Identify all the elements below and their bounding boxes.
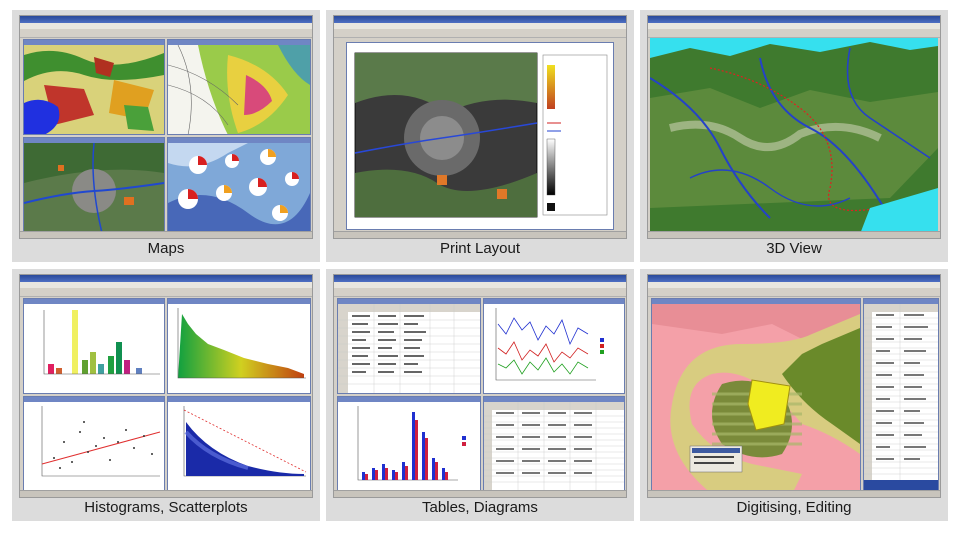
tile-caption: Tables, Diagrams bbox=[422, 499, 538, 516]
tile-print-layout[interactable]: Print Layout bbox=[326, 10, 634, 262]
layout-page bbox=[346, 42, 614, 230]
histogram-window-elevation bbox=[167, 298, 311, 394]
tile-maps[interactable]: Maps bbox=[12, 10, 320, 262]
tile-caption: Histograms, Scatterplots bbox=[84, 499, 248, 516]
app-statusbar bbox=[20, 231, 312, 238]
map-window-pie-symbols bbox=[167, 137, 311, 233]
tile-caption: Print Layout bbox=[439, 240, 521, 257]
3d-view-screenshot bbox=[647, 15, 941, 239]
app-toolbar bbox=[20, 29, 312, 38]
attribute-table-window bbox=[863, 298, 939, 494]
map-window-landuse bbox=[23, 39, 165, 135]
tile-caption: Maps bbox=[147, 240, 185, 257]
scatterplot-window-regression bbox=[23, 396, 165, 492]
tile-3d-view[interactable]: 3D View bbox=[640, 10, 948, 262]
line-diagram-window bbox=[483, 298, 625, 394]
tile-tables-diagrams[interactable]: Tables, Diagrams bbox=[326, 269, 634, 521]
table-window-top bbox=[337, 298, 481, 394]
feature-gallery: Maps Print Layout 3D View Histograms, Sc… bbox=[0, 0, 960, 536]
map-window-satellite bbox=[23, 137, 165, 233]
print-layout-screenshot bbox=[333, 15, 627, 239]
bar-diagram-window bbox=[337, 396, 481, 492]
tile-histograms-scatterplots[interactable]: Histograms, Scatterplots bbox=[12, 269, 320, 521]
digitising-screenshot bbox=[647, 274, 941, 498]
maps-screenshot bbox=[19, 15, 313, 239]
histograms-screenshot bbox=[19, 274, 313, 498]
tables-screenshot bbox=[333, 274, 627, 498]
map-window-contours bbox=[167, 39, 311, 135]
tile-digitising-editing[interactable]: Digitising, Editing bbox=[640, 269, 948, 521]
table-window-bottom bbox=[483, 396, 625, 492]
tile-caption: 3D View bbox=[766, 240, 822, 257]
3d-terrain-view bbox=[650, 38, 938, 234]
tile-caption: Digitising, Editing bbox=[736, 499, 852, 516]
app-titlebar bbox=[20, 16, 312, 23]
histogram-window-categories bbox=[23, 298, 165, 394]
edit-map-window bbox=[651, 298, 861, 494]
scatterplot-window-density bbox=[167, 396, 311, 492]
